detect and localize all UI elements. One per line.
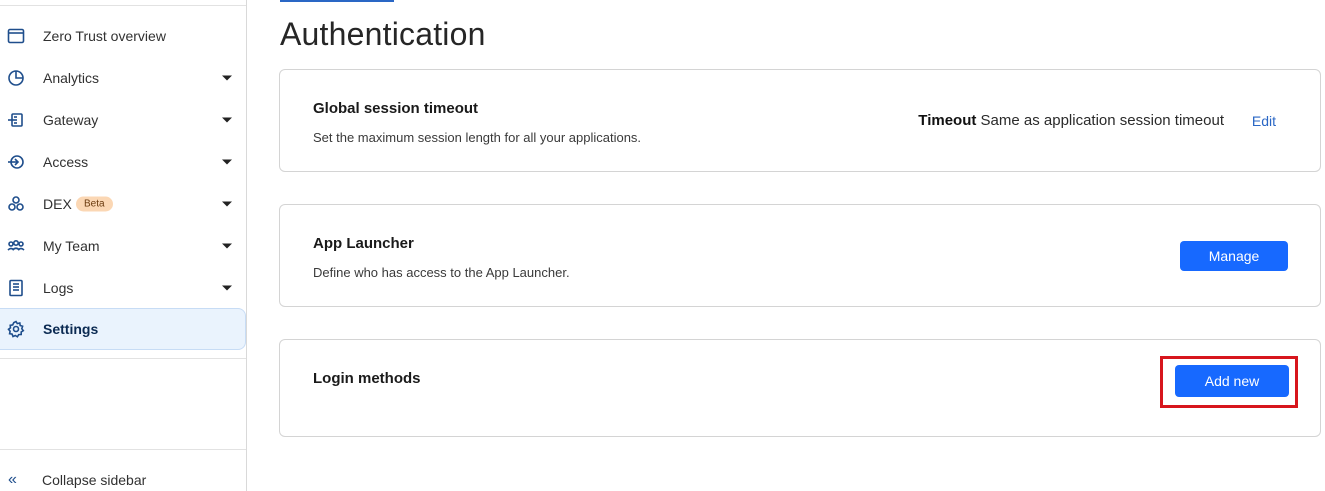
manage-button[interactable]: Manage bbox=[1180, 241, 1288, 271]
sidebar-item-label: My Team bbox=[43, 238, 100, 254]
browser-window-icon bbox=[6, 26, 26, 46]
timeout-setting: Same as application session timeout bbox=[980, 112, 1224, 129]
collapse-sidebar-button[interactable]: « Collapse sidebar bbox=[0, 466, 246, 491]
sidebar-item-label: Zero Trust overview bbox=[43, 28, 166, 44]
card-title: App Launcher bbox=[313, 235, 414, 252]
collapse-sidebar-label: Collapse sidebar bbox=[42, 472, 147, 488]
sidebar-item-label: DEX bbox=[43, 196, 72, 212]
gateway-icon bbox=[6, 110, 26, 130]
gear-icon bbox=[6, 319, 26, 339]
sidebar-item-gateway[interactable]: Gateway bbox=[0, 99, 246, 141]
sidebar-item-dex[interactable]: DEX Beta bbox=[0, 183, 246, 225]
breadcrumb-link[interactable] bbox=[280, 0, 394, 2]
access-icon bbox=[6, 152, 26, 172]
caret-down-icon bbox=[222, 201, 232, 207]
caret-down-icon bbox=[222, 285, 232, 291]
double-chevron-left-icon: « bbox=[8, 471, 17, 488]
sidebar-item-logs[interactable]: Logs bbox=[0, 267, 246, 309]
app-launcher-card: App Launcher Define who has access to th… bbox=[279, 204, 1321, 307]
sidebar-item-label: Logs bbox=[43, 280, 74, 296]
sidebar-item-settings[interactable]: Settings bbox=[0, 308, 246, 350]
card-description: Set the maximum session length for all y… bbox=[313, 130, 642, 145]
card-title: Login methods bbox=[313, 370, 421, 387]
caret-down-icon bbox=[222, 159, 232, 165]
global-session-timeout-card: Global session timeout Set the maximum s… bbox=[279, 69, 1321, 172]
page-title: Authentication bbox=[280, 16, 486, 52]
sidebar-item-zero-trust-overview[interactable]: Zero Trust overview bbox=[0, 15, 246, 57]
sidebar-item-analytics[interactable]: Analytics bbox=[0, 57, 246, 99]
sidebar-item-label: Gateway bbox=[43, 112, 99, 128]
caret-down-icon bbox=[222, 117, 232, 123]
sidebar-divider bbox=[0, 449, 246, 450]
timeout-value: Timeout Same as application session time… bbox=[918, 112, 1224, 129]
sidebar-item-my-team[interactable]: My Team bbox=[0, 225, 246, 267]
highlight-box bbox=[1160, 356, 1298, 408]
beta-badge: Beta bbox=[76, 196, 113, 212]
sidebar-item-label: Access bbox=[43, 154, 89, 170]
sidebar-divider bbox=[0, 358, 246, 359]
edit-timeout-link[interactable]: Edit bbox=[1252, 113, 1276, 129]
card-title: Global session timeout bbox=[313, 100, 479, 117]
caret-down-icon bbox=[222, 75, 232, 81]
timeout-label: Timeout bbox=[918, 112, 977, 129]
card-description: Define who has access to the App Launche… bbox=[313, 265, 570, 280]
pie-chart-icon bbox=[6, 68, 26, 88]
team-icon bbox=[6, 236, 26, 256]
sidebar-item-label: Analytics bbox=[43, 70, 100, 86]
sidebar-top-divider bbox=[0, 5, 246, 6]
sidebar: Zero Trust overview Analytics Gateway Ac… bbox=[0, 0, 247, 491]
caret-down-icon bbox=[222, 243, 232, 249]
sidebar-item-access[interactable]: Access bbox=[0, 141, 246, 183]
logs-icon bbox=[6, 278, 26, 298]
dex-icon bbox=[6, 194, 26, 214]
sidebar-item-label: Settings bbox=[43, 321, 99, 337]
